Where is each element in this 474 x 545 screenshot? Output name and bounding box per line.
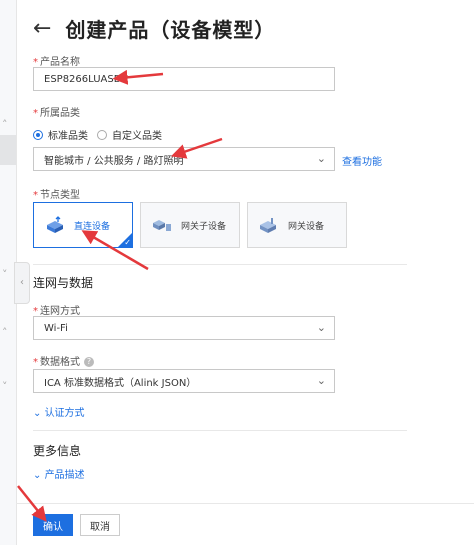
annotation-arrow xyxy=(81,230,149,271)
annotation-arrow xyxy=(170,137,223,159)
annotation-arrows xyxy=(17,69,223,522)
annotation-arrow xyxy=(112,69,164,85)
annotation-arrow xyxy=(17,485,47,522)
